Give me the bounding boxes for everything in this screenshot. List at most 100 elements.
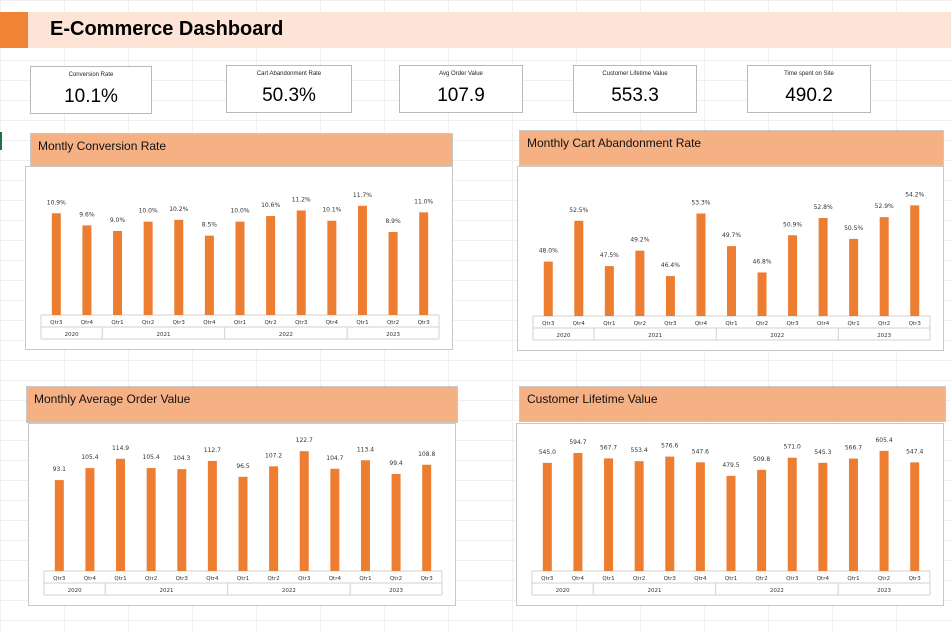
conversion-rate-chart[interactable]: 10.9% Qtr3 9.6% Qtr4 9.0% Qtr1 10.0% Qtr2 10.2% Q… — [25, 166, 453, 350]
x-tick-label: Qtr3 — [421, 576, 434, 582]
average-order-value-chart-svg: 93.1 Qtr3 105.4 Qtr4 114.9 Qtr1 105.4 Qtr2 104.3… — [43, 437, 443, 596]
row-selection-marker — [0, 132, 2, 150]
x-tick-label: Qtr2 — [755, 576, 767, 582]
year-group-label: 2021 — [156, 332, 170, 338]
bar — [266, 216, 276, 315]
kpi-value: 10.1% — [64, 86, 118, 107]
bar — [604, 266, 614, 316]
data-label: 567.7 — [600, 444, 617, 451]
year-group-label: 2020 — [68, 588, 82, 594]
bar — [726, 475, 736, 571]
x-tick-label: Qtr3 — [173, 320, 186, 326]
bar — [419, 212, 429, 315]
data-label: 9.0% — [110, 217, 126, 224]
x-tick-label: Qtr2 — [387, 320, 399, 326]
bar — [848, 458, 858, 571]
bar — [696, 213, 706, 316]
data-label: 8.5% — [202, 222, 218, 229]
conversion-rate-chart-svg: 10.9% Qtr3 9.6% Qtr4 9.0% Qtr1 10.0% Qtr2 10.2% Q… — [40, 192, 440, 340]
kpi-avg-order-value[interactable]: Avg Order Value 107.9 — [399, 65, 523, 113]
x-tick-label: Qtr3 — [909, 321, 922, 327]
data-label: 10.2% — [169, 206, 188, 213]
data-label: 113.4 — [357, 446, 374, 453]
bar — [695, 462, 705, 571]
data-label: 509.8 — [753, 456, 770, 463]
average-order-value-panel-title: Monthly Average Order Value — [26, 386, 458, 423]
data-label: 10.0% — [139, 208, 158, 215]
year-group-label: 2020 — [556, 588, 570, 594]
year-group-label: 2020 — [557, 333, 571, 339]
data-label: 52.9% — [875, 203, 894, 210]
bar — [51, 213, 61, 315]
data-label: 105.4 — [143, 454, 160, 461]
x-tick-label: Qtr4 — [329, 576, 342, 582]
page-title: E-Commerce Dashboard — [50, 18, 284, 40]
kpi-cart-abandonment-rate[interactable]: Cart Abandonment Rate 50.3% — [226, 65, 352, 113]
data-label: 571.0 — [784, 444, 801, 451]
data-label: 46.4% — [661, 262, 680, 269]
data-label: 10.6% — [261, 202, 280, 209]
data-label: 122.7 — [296, 437, 313, 444]
x-tick-label: Qtr4 — [203, 320, 216, 326]
data-label: 545.0 — [539, 449, 556, 456]
kpi-conversion-rate[interactable]: Conversion Rate 10.1% — [30, 66, 152, 114]
customer-lifetime-value-chart[interactable]: 545.0 Qtr3 594.7 Qtr4 567.7 Qtr1 553.4 Qtr2 576.… — [516, 423, 944, 606]
data-label: 9.6% — [79, 211, 95, 218]
bar — [574, 220, 584, 316]
x-tick-label: Qtr3 — [176, 576, 189, 582]
header-accent-block — [0, 12, 28, 48]
x-tick-label: Qtr2 — [878, 321, 890, 327]
x-tick-label: Qtr2 — [390, 576, 402, 582]
bar — [327, 220, 337, 315]
x-tick-label: Qtr3 — [50, 320, 63, 326]
year-group-label: 2021 — [159, 588, 173, 594]
x-tick-label: Qtr4 — [206, 576, 219, 582]
x-tick-label: Qtr1 — [359, 576, 371, 582]
x-tick-label: Qtr2 — [142, 320, 154, 326]
bar — [910, 205, 920, 316]
x-tick-label: Qtr1 — [603, 321, 615, 327]
average-order-value-chart[interactable]: 93.1 Qtr3 105.4 Qtr4 114.9 Qtr1 105.4 Qtr2 104.3… — [28, 423, 456, 606]
cart-abandonment-chart-svg: 48.0% Qtr3 52.5% Qtr4 47.5% Qtr1 49.2% Qtr2 46.4… — [532, 191, 931, 341]
x-tick-label: Qtr1 — [725, 576, 737, 582]
data-label: 49.7% — [722, 232, 741, 239]
x-tick-label: Qtr4 — [84, 576, 97, 582]
bar — [634, 461, 644, 571]
year-group-label: 2021 — [647, 588, 661, 594]
kpi-time-spent-on-site[interactable]: Time spent on Site 490.2 — [747, 65, 871, 113]
data-label: 47.5% — [600, 252, 619, 259]
data-label: 52.8% — [814, 204, 833, 211]
year-group-label: 2020 — [65, 332, 79, 338]
data-label: 479.5 — [722, 462, 739, 469]
bar — [357, 205, 367, 315]
year-group-label: 2022 — [770, 333, 784, 339]
kpi-value: 107.9 — [437, 85, 485, 106]
cart-abandonment-chart[interactable]: 48.0% Qtr3 52.5% Qtr4 47.5% Qtr1 49.2% Qtr2 46.4… — [517, 166, 944, 351]
x-tick-label: Qtr4 — [694, 576, 707, 582]
bar — [757, 272, 767, 316]
data-label: 11.0% — [414, 198, 433, 205]
data-label: 576.6 — [661, 443, 678, 450]
data-label: 107.2 — [265, 452, 282, 459]
bar — [543, 261, 553, 316]
year-group-label: 2021 — [648, 333, 662, 339]
bar — [849, 238, 859, 316]
x-tick-label: Qtr4 — [81, 320, 94, 326]
bar — [757, 469, 767, 571]
x-tick-label: Qtr4 — [572, 576, 585, 582]
bar — [269, 466, 279, 571]
bar — [235, 221, 245, 315]
bar — [910, 462, 920, 571]
bar — [422, 464, 432, 571]
bar — [818, 462, 828, 571]
data-label: 11.7% — [353, 192, 372, 199]
kpi-customer-lifetime-value[interactable]: Customer Lifetime Value 553.3 — [573, 65, 697, 113]
bar — [174, 219, 184, 315]
kpi-label: Time spent on Site — [784, 71, 834, 77]
year-group-label: 2022 — [282, 588, 296, 594]
x-tick-label: Qtr3 — [542, 321, 555, 327]
x-tick-label: Qtr3 — [53, 576, 66, 582]
data-label: 52.5% — [569, 207, 588, 214]
bar — [635, 250, 645, 316]
kpi-value: 490.2 — [785, 85, 833, 106]
